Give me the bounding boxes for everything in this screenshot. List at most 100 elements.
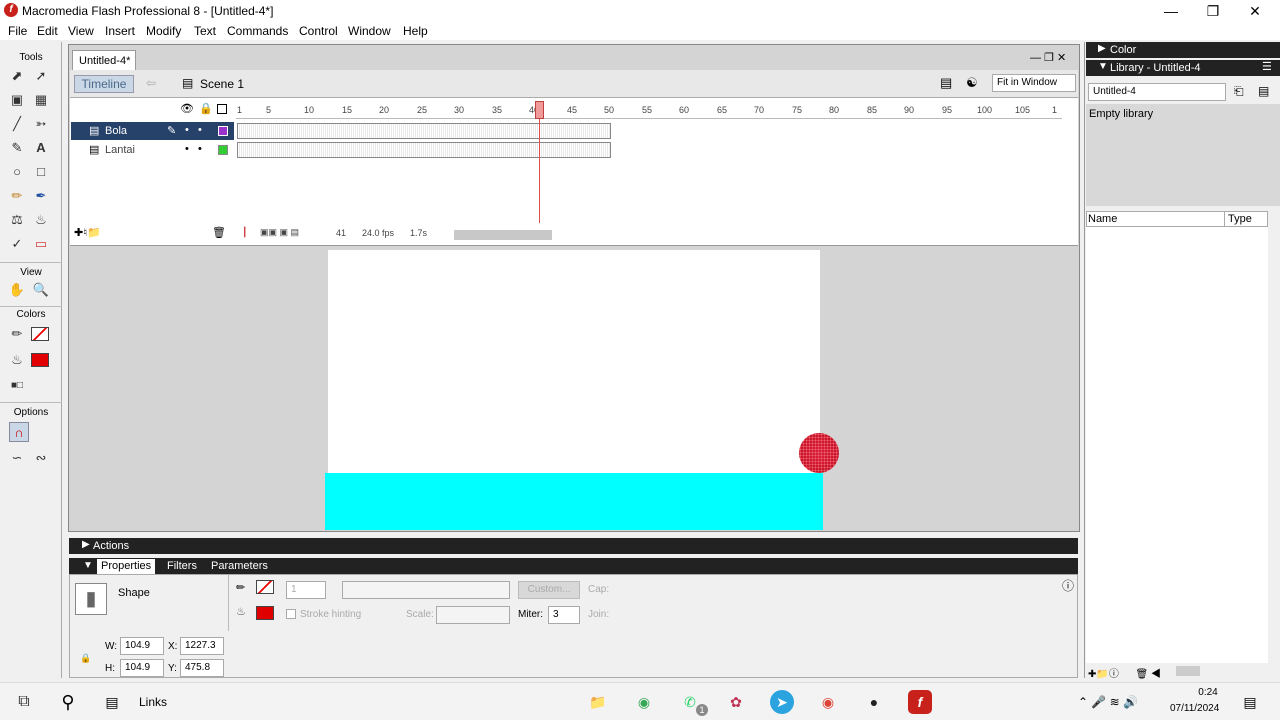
eyedropper-tool-icon[interactable]: ✓ (7, 234, 27, 254)
expand-icon[interactable]: ▶ (82, 539, 90, 550)
stroke-color-swatch[interactable] (256, 580, 274, 594)
width-field[interactable]: 104.9 (120, 637, 164, 655)
lasso-tool-icon[interactable]: ➳ (31, 114, 51, 134)
miter-field[interactable]: 3 (548, 606, 580, 624)
scale-select[interactable] (436, 606, 510, 624)
free-transform-tool-icon[interactable]: ▣ (7, 90, 27, 110)
eraser-tool-icon[interactable]: ▭ (31, 234, 51, 254)
menu-control[interactable]: Control (299, 24, 338, 38)
selection-tool-icon[interactable]: ⬈ (7, 66, 27, 86)
layer-color-swatch[interactable] (218, 145, 228, 155)
stroke-hinting-checkbox[interactable] (286, 609, 296, 619)
onion-skin-icon[interactable]: ▣▣ ▣ ▤ (260, 227, 299, 238)
menu-help[interactable]: Help (403, 24, 428, 38)
fill-transform-tool-icon[interactable]: ▦ (31, 90, 51, 110)
edit-symbol-icon[interactable]: ☯ (966, 75, 978, 91)
fill-color-swatch[interactable] (256, 606, 274, 620)
timeline-button[interactable]: Timeline (74, 75, 134, 93)
subselection-tool-icon[interactable]: ➚ (31, 66, 51, 86)
type-column[interactable]: Type (1228, 213, 1252, 225)
hand-tool-icon[interactable]: ✋ (7, 280, 27, 300)
document-tab[interactable]: Untitled-4* (72, 50, 136, 70)
menu-edit[interactable]: Edit (37, 24, 58, 38)
zoom-tool-icon[interactable]: 🔍 (31, 280, 51, 300)
menu-view[interactable]: View (68, 24, 94, 38)
expand-color-icon[interactable]: ▶ (1098, 43, 1106, 54)
app-icon[interactable]: ✿ (724, 690, 748, 714)
layer-color-swatch[interactable] (218, 126, 228, 136)
minimize-button[interactable]: — (1156, 2, 1186, 20)
bola-frames[interactable] (237, 123, 611, 139)
library-menu-icon[interactable]: ☰ (1262, 60, 1272, 73)
add-layer-icon[interactable]: ✚♮📁 (74, 226, 101, 239)
pencil-tool-icon[interactable]: ✏ (7, 186, 27, 206)
stroke-height-field[interactable]: 1 (286, 581, 326, 599)
eye-icon[interactable]: 👁 (180, 102, 194, 115)
height-field[interactable]: 104.9 (120, 659, 164, 677)
playhead[interactable] (535, 101, 544, 119)
fill-color-icon[interactable]: ♨ (7, 350, 27, 370)
center-frame-icon[interactable]: ┃ (242, 227, 247, 238)
zoom-select[interactable]: Fit in Window (992, 74, 1076, 92)
lock-ratio-icon[interactable]: 🔒 (80, 653, 91, 664)
swap-colors-icon[interactable]: ■□ (7, 376, 27, 396)
trash-icon[interactable]: 🗑 (212, 226, 226, 239)
lock-icon[interactable]: 🔒 (199, 102, 213, 115)
clock-time[interactable]: 0:24 (1186, 687, 1230, 698)
library-footer-icons[interactable]: ✚📁ⓘ 🗑 ◀ (1088, 665, 1161, 680)
rectangle-tool-icon[interactable]: □ (31, 162, 51, 182)
snap-magnet-icon[interactable]: ∩ (9, 422, 29, 442)
y-field[interactable]: 475.8 (180, 659, 224, 677)
menu-text[interactable]: Text (194, 24, 216, 38)
new-library-icon[interactable]: ▤ (1258, 84, 1269, 98)
oval-tool-icon[interactable]: ○ (7, 162, 27, 182)
close-button[interactable]: ✕ (1240, 2, 1270, 20)
menu-insert[interactable]: Insert (105, 24, 135, 38)
notifications-icon[interactable]: ▤ (1238, 690, 1262, 714)
straighten-icon[interactable]: ∾ (31, 448, 51, 468)
help-icon[interactable]: ⓘ (1062, 577, 1074, 594)
telegram-icon[interactable]: ➤ (770, 690, 794, 714)
library-panel-header[interactable]: Library - Untitled-4 (1086, 60, 1280, 76)
doc-window-controls-icon[interactable]: — ❐ ✕ (1030, 51, 1066, 64)
library-scrollbar[interactable] (1176, 666, 1200, 676)
windows-start-icon[interactable]: ⧉ (12, 690, 36, 714)
actions-panel-header[interactable]: Actions (69, 538, 1078, 554)
system-tray-icons[interactable]: ⌃ 🎤 ≋ 🔊 (1078, 695, 1138, 709)
menu-file[interactable]: File (8, 24, 27, 38)
outline-icon[interactable] (217, 104, 227, 114)
pen-tool-icon[interactable]: ✎ (7, 138, 27, 158)
lantai-frames[interactable] (237, 142, 611, 158)
text-tool-icon[interactable]: A (31, 138, 51, 158)
back-arrow-icon[interactable]: ⇦ (146, 76, 156, 90)
stroke-swatch[interactable] (31, 327, 49, 341)
file-explorer-icon[interactable]: 📁 (586, 690, 610, 714)
menu-window[interactable]: Window (348, 24, 391, 38)
name-column[interactable]: Name (1088, 213, 1117, 225)
timeline-scrollbar[interactable] (454, 230, 552, 240)
clock-date[interactable]: 07/11/2024 (1170, 703, 1219, 714)
layer-lantai[interactable]: ▤ Lantai • • (71, 141, 234, 159)
smooth-icon[interactable]: ∽ (7, 448, 27, 468)
paint-bucket-tool-icon[interactable]: ♨ (31, 210, 51, 230)
custom-button[interactable]: Custom... (518, 581, 580, 599)
stroke-color-icon[interactable]: ✏ (7, 324, 27, 344)
collapse-library-icon[interactable]: ▼ (1098, 61, 1108, 72)
chrome-profile-icon[interactable]: ◉ (816, 690, 840, 714)
scene-label[interactable]: Scene 1 (200, 77, 244, 91)
ink-bottle-tool-icon[interactable]: ⚖ (7, 210, 27, 230)
stroke-style-select[interactable] (342, 581, 510, 599)
tab-properties[interactable]: Properties (97, 559, 156, 574)
tab-filters[interactable]: Filters (167, 558, 197, 574)
floor-shape[interactable] (325, 473, 823, 530)
line-tool-icon[interactable]: ╱ (7, 114, 27, 134)
collapse-icon[interactable]: ▼ (83, 558, 93, 574)
x-field[interactable]: 1227.3 (180, 637, 224, 655)
menu-modify[interactable]: Modify (146, 24, 181, 38)
flash-taskbar-icon[interactable]: f (908, 690, 932, 714)
tab-parameters[interactable]: Parameters (211, 558, 268, 574)
color-panel-header[interactable]: Color (1086, 42, 1280, 58)
pin-library-icon[interactable]: ⎗ (1234, 84, 1244, 99)
library-select[interactable]: Untitled-4 (1088, 83, 1226, 101)
task-view-icon[interactable]: ▤ (100, 690, 124, 714)
